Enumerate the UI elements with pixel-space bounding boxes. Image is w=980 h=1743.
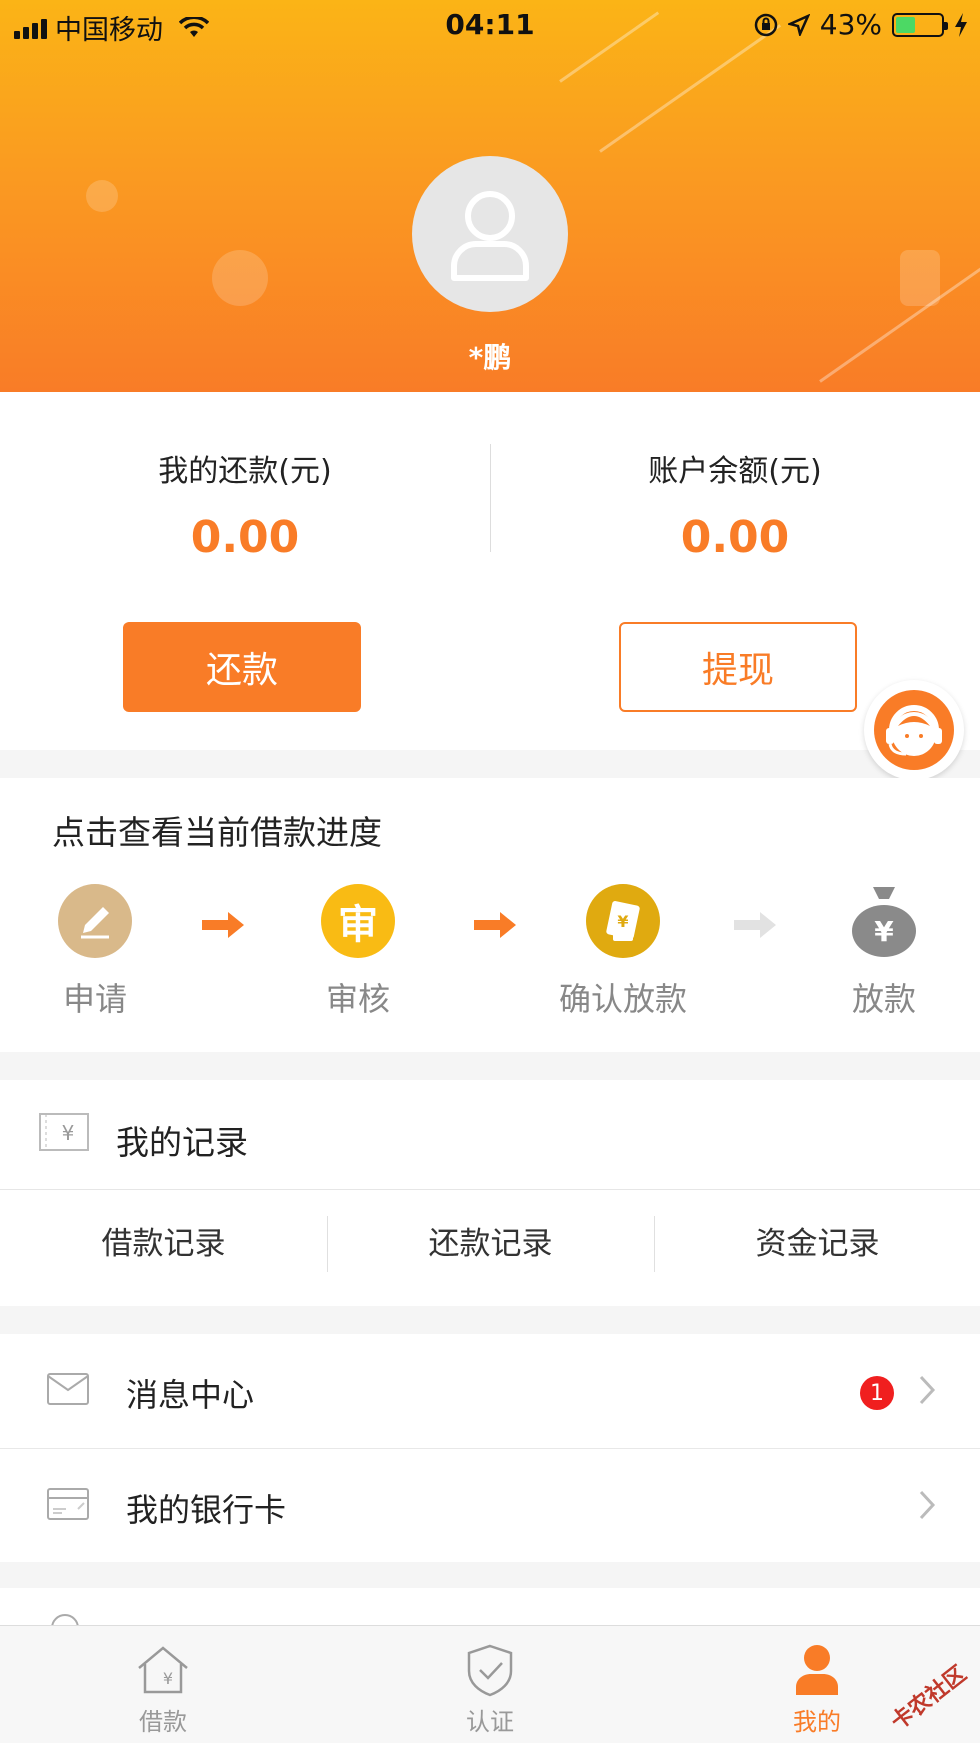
menu-item-label: 消息中心	[126, 1376, 255, 1414]
arrow-right-icon	[202, 912, 244, 938]
tab-verify[interactable]: 认证	[327, 1626, 653, 1743]
repay-amount: 0.00	[190, 512, 300, 563]
repay-label: 我的还款(元)	[158, 454, 332, 489]
repayment-summary: 我的还款(元) 0.00	[0, 446, 490, 563]
account-balance-label: 账户余额(元)	[648, 454, 822, 489]
customer-service-button[interactable]	[864, 680, 964, 780]
tab-loan[interactable]: ¥ 借款	[0, 1626, 326, 1743]
loan-progress[interactable]: 点击查看当前借款进度 申请 审 审核 ¥ 确认放款 ¥ 放款	[0, 778, 980, 1052]
user-icon	[451, 191, 529, 281]
bank-card-icon	[47, 1488, 89, 1520]
location-icon	[787, 13, 810, 36]
repay-button[interactable]: 还款	[123, 622, 361, 712]
battery-percent: 43%	[819, 8, 882, 41]
arrow-right-icon	[734, 912, 776, 938]
tab-label: 认证	[466, 1708, 514, 1736]
unread-badge: 1	[860, 1376, 894, 1410]
tab-label: 借款	[139, 1708, 187, 1736]
progress-title[interactable]: 点击查看当前借款进度	[52, 806, 382, 854]
chevron-right-icon	[919, 1490, 936, 1520]
money-bag-icon: ¥	[847, 884, 921, 958]
step-label: 审核	[325, 980, 390, 1018]
fund-records-link[interactable]: 资金记录	[654, 1218, 980, 1263]
menu-item-partial[interactable]	[0, 1588, 980, 1628]
svg-text:¥: ¥	[62, 1121, 75, 1145]
balance-card: 我的还款(元) 0.00 账户余额(元) 0.00 还款 提现	[0, 392, 980, 750]
decor-shape	[900, 250, 940, 306]
menu-list: 消息中心 1 我的银行卡	[0, 1334, 980, 1562]
avatar[interactable]	[412, 156, 568, 312]
step-confirm-loan: ¥ 确认放款	[523, 884, 723, 1020]
account-balance-amount: 0.00	[680, 512, 790, 563]
review-icon: 审	[321, 884, 395, 958]
loan-records-link[interactable]: 借款记录	[0, 1218, 327, 1263]
battery-icon	[892, 12, 948, 37]
user-name: *鹏	[468, 341, 512, 374]
menu-item-bank-card[interactable]: 我的银行卡	[0, 1448, 980, 1562]
records-title: 我的记录	[116, 1123, 248, 1162]
shield-check-icon	[462, 1642, 518, 1698]
charging-icon	[955, 12, 967, 37]
step-label: 申请	[62, 980, 127, 1018]
step-label: 放款	[851, 980, 916, 1018]
menu-item-label: 我的银行卡	[126, 1491, 287, 1529]
home-yen-icon: ¥	[135, 1642, 191, 1698]
customer-service-icon	[874, 690, 954, 770]
my-records: ¥ 我的记录 借款记录 还款记录 资金记录	[0, 1080, 980, 1306]
step-disburse: ¥ 放款	[784, 884, 980, 1020]
step-label: 确认放款	[558, 980, 687, 1018]
step-review: 审 审核	[258, 884, 458, 1020]
user-icon	[789, 1642, 845, 1698]
step-apply: 申请	[0, 884, 195, 1020]
menu-item-messages[interactable]: 消息中心 1	[0, 1334, 980, 1448]
decor-coin	[212, 250, 268, 306]
chevron-right-icon	[919, 1375, 936, 1405]
receipt-icon: ¥	[39, 1113, 89, 1151]
repayment-records-link[interactable]: 还款记录	[327, 1218, 654, 1263]
tab-bar: ¥ 借款 认证 我的	[0, 1625, 980, 1743]
svg-text:¥: ¥	[874, 915, 894, 948]
records-header: ¥ 我的记录	[0, 1080, 980, 1190]
decor-coin	[86, 180, 118, 212]
status-bar: 中国移动 04:11 43%	[0, 0, 980, 50]
mail-icon	[47, 1373, 89, 1405]
orientation-lock-icon	[754, 13, 778, 36]
profile-header: 中国移动 04:11 43% *鹏	[0, 0, 980, 392]
arrow-right-icon	[474, 912, 516, 938]
withdraw-button[interactable]: 提现	[619, 622, 857, 712]
svg-text:¥: ¥	[163, 1669, 173, 1688]
pencil-icon	[58, 884, 132, 958]
svg-text:¥: ¥	[617, 912, 628, 931]
account-balance-summary: 账户余额(元) 0.00	[490, 446, 980, 563]
confirm-loan-icon: ¥	[586, 884, 660, 958]
